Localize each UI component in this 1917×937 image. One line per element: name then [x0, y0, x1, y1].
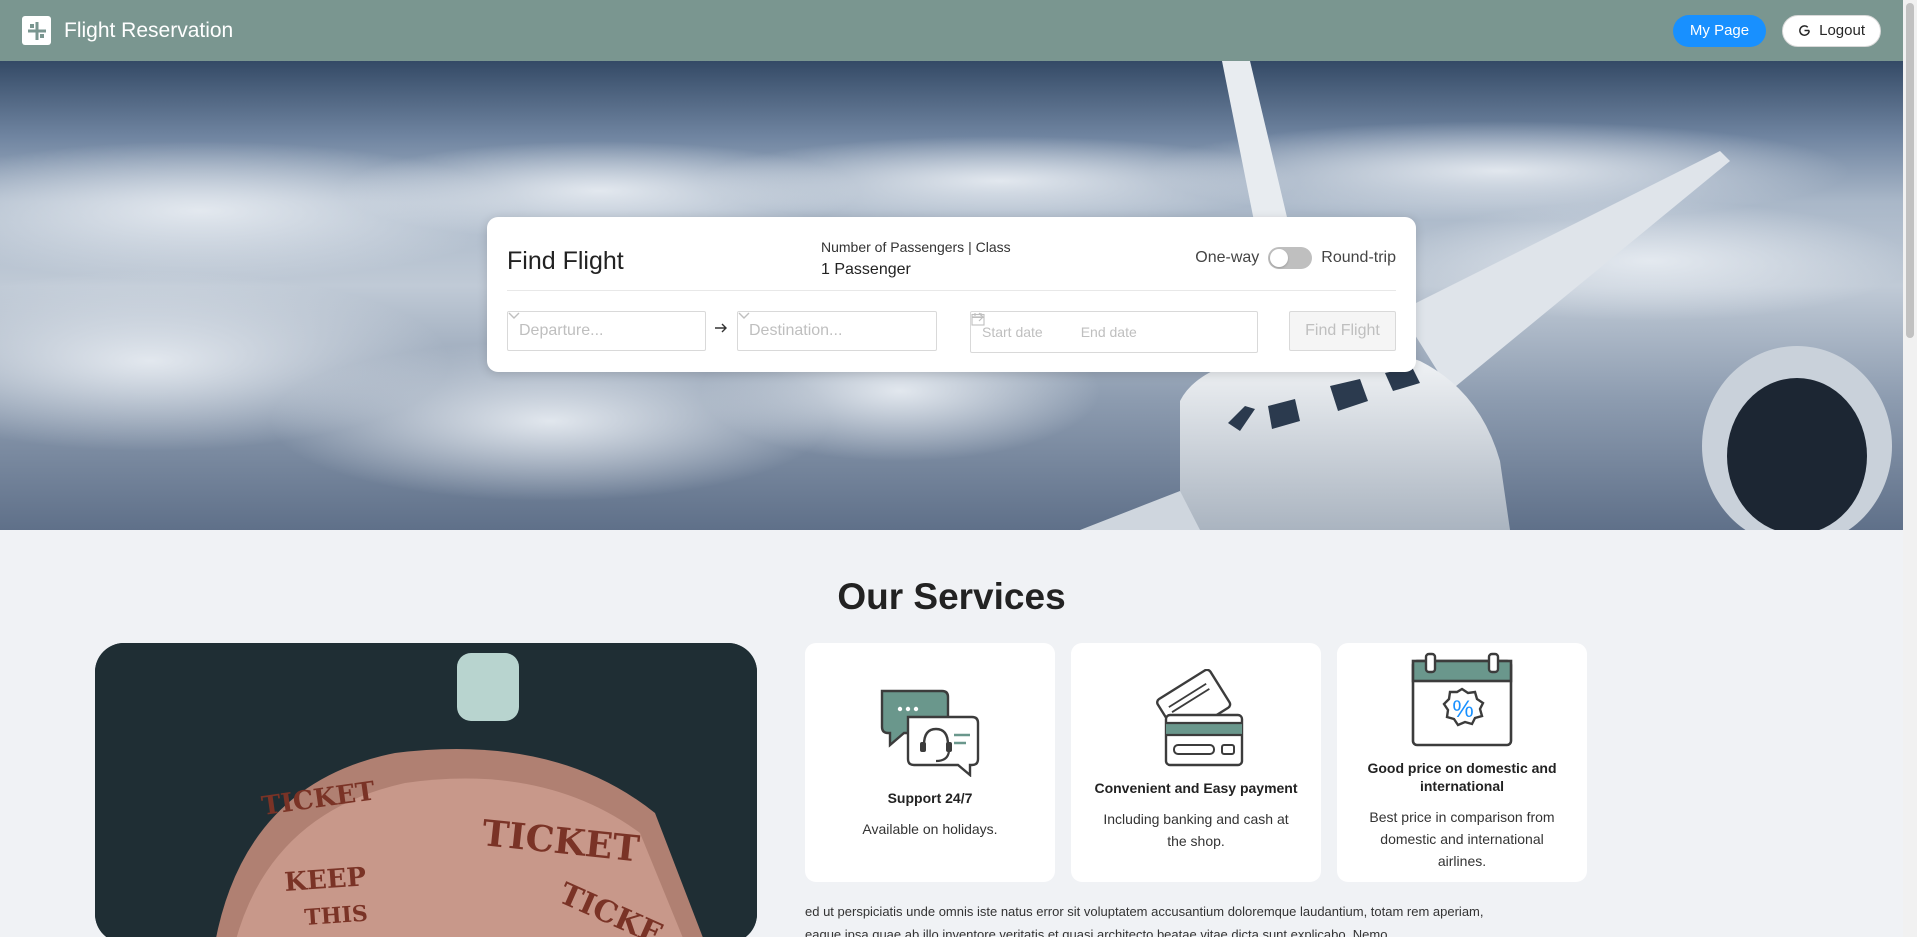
service-card-payment: Convenient and Easy payment Including ba… [1071, 643, 1321, 882]
svg-text:%: % [1452, 696, 1473, 723]
brand[interactable]: Flight Reservation [22, 16, 233, 45]
my-page-button[interactable]: My Page [1672, 14, 1767, 47]
service-card-desc: Including banking and cash at the shop. [1103, 811, 1289, 849]
trip-type-toggle[interactable] [1268, 247, 1313, 269]
passenger-selector[interactable]: Number of Passengers | Class 1 Passenger [821, 239, 1011, 279]
service-card-title: Convenient and Easy payment [1094, 780, 1298, 796]
toggle-knob [1270, 249, 1289, 267]
scrollbar-thumb[interactable] [1906, 3, 1914, 338]
logout-label: Logout [1819, 22, 1865, 39]
service-card-support: Support 24/7 Available on holidays. [805, 643, 1055, 882]
ticket-word: KEEP [283, 862, 367, 898]
chat-support-icon [805, 687, 1055, 777]
app-title: Flight Reservation [64, 18, 234, 42]
service-card-desc: Best price in comparison from domestic a… [1369, 809, 1555, 869]
find-flight-button[interactable]: Find Flight [1289, 311, 1396, 351]
service-card-desc: Available on holidays. [862, 821, 998, 837]
one-way-label: One-way [1195, 249, 1260, 266]
payment-card-icon [1071, 669, 1321, 769]
discount-calendar-icon: % [1337, 651, 1587, 747]
service-card-price: % Good price on domestic and internation… [1337, 643, 1587, 882]
date-range-picker[interactable]: Start date End date [970, 311, 1258, 353]
start-date-placeholder[interactable]: Start date [982, 324, 1043, 340]
find-flight-card: Find Flight Number of Passengers | Class… [487, 217, 1416, 372]
find-flight-title: Find Flight [507, 247, 624, 275]
google-icon [1799, 25, 1810, 36]
service-card-title: Good price on domestic and international [1367, 760, 1557, 794]
logout-button[interactable]: Logout [1782, 14, 1881, 47]
app-logo-icon [22, 16, 51, 45]
page-scrollbar[interactable] [1903, 0, 1917, 937]
top-navbar: Flight Reservation My Page Logout [0, 0, 1903, 61]
end-date-placeholder[interactable]: End date [1081, 324, 1137, 340]
hero-banner: Find Flight Number of Passengers | Class… [0, 61, 1903, 530]
services-heading: Our Services [837, 576, 1066, 617]
destination-placeholder: Destination... [749, 322, 843, 339]
service-card-title: Support 24/7 [887, 790, 973, 806]
tickets-image: TICKET TICKET KEEP THIS TICKE [95, 643, 757, 937]
services-description: ed ut perspiciatis unde omnis iste natus… [805, 904, 1484, 937]
round-trip-label: Round-trip [1321, 249, 1396, 266]
departure-select[interactable]: Departure... [507, 311, 706, 351]
destination-select[interactable]: Destination... [737, 311, 937, 351]
passengers-label: Number of Passengers | Class [821, 239, 1011, 255]
departure-placeholder: Departure... [519, 322, 604, 339]
passengers-value: 1 Passenger [821, 261, 911, 278]
ticket-word: THIS [304, 901, 369, 931]
